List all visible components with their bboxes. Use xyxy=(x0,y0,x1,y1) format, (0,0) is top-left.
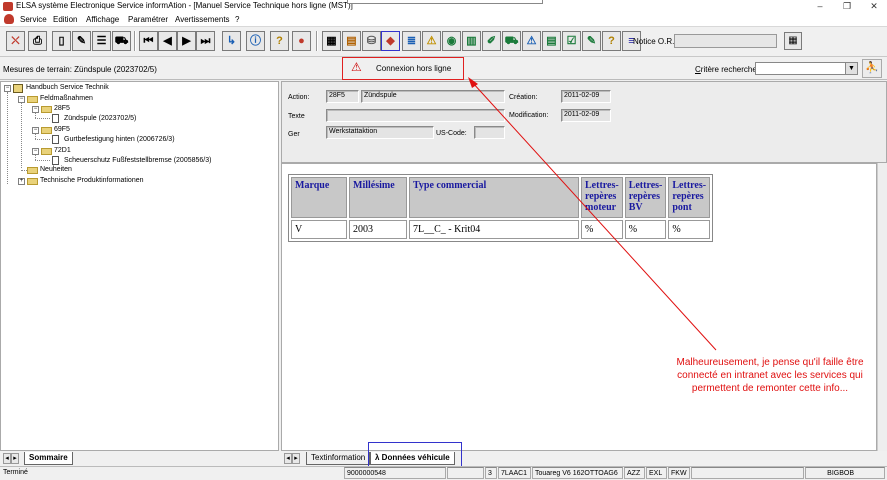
status-axle: FKW xyxy=(668,467,690,479)
status-model-code: 7LAAC1 xyxy=(498,467,531,479)
annotation-arrow xyxy=(468,77,717,351)
status-gearbox: EXL xyxy=(646,467,667,479)
annotation-arrow-line xyxy=(471,81,717,351)
status-engine: AZZ xyxy=(624,467,645,479)
tab-sommaire[interactable]: Sommaire xyxy=(24,452,73,465)
annotation-note: Malheureusement, je pense qu'il faille ê… xyxy=(676,357,864,394)
tab-scroll-right-icon[interactable]: ▸ xyxy=(11,453,19,464)
status-text: Terminé xyxy=(3,469,28,476)
tab-scroll-right-icon[interactable]: ▸ xyxy=(292,453,300,464)
status-empty xyxy=(447,467,484,479)
status-order-number: 9000000548 xyxy=(344,467,446,479)
tab-scroll-left-icon[interactable]: ◂ xyxy=(284,453,292,464)
status-count: 3 xyxy=(485,467,497,479)
tab-highlight-box xyxy=(368,442,462,467)
tab-textinformation[interactable]: Textinformation xyxy=(306,452,371,465)
status-user: BIGBOB xyxy=(805,467,885,479)
status-model-name: Touareg V6 162OTTOAG6 xyxy=(532,467,623,479)
status-empty-2 xyxy=(691,467,804,479)
tab-scroll-left-icon[interactable]: ◂ xyxy=(3,453,11,464)
